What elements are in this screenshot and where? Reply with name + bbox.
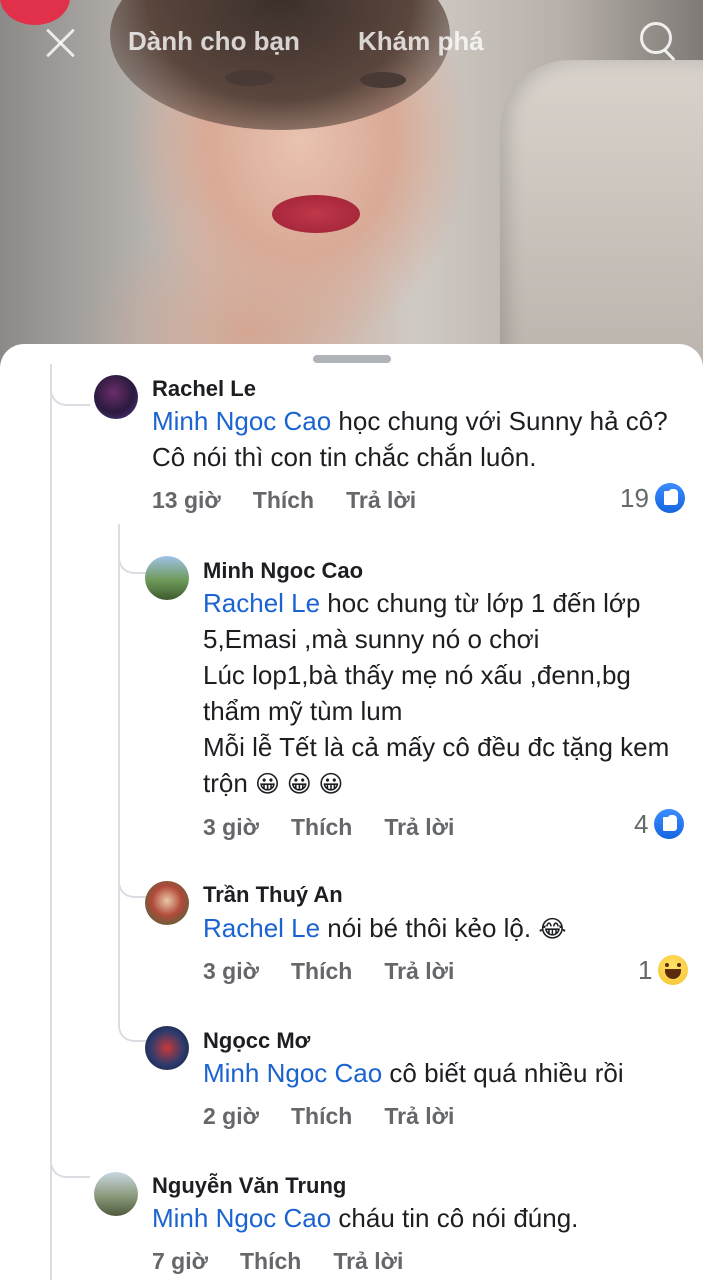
search-icon[interactable] xyxy=(638,20,682,64)
emoji: 😂 xyxy=(538,916,567,943)
mention-link[interactable]: Minh Ngoc Cao xyxy=(152,1203,331,1233)
video-background xyxy=(500,60,703,380)
video-frame-detail xyxy=(272,195,360,233)
sheet-drag-handle[interactable] xyxy=(313,355,391,363)
mention-link[interactable]: Rachel Le xyxy=(203,913,320,943)
comment-time: 2 giờ xyxy=(203,1103,259,1129)
comment-author[interactable]: Ngọcc Mơ xyxy=(203,1028,310,1054)
mention-link[interactable]: Minh Ngoc Cao xyxy=(152,406,331,436)
tab-explore[interactable]: Khám phá xyxy=(358,26,484,57)
thread-connector xyxy=(50,1144,90,1178)
like-button[interactable]: Thích xyxy=(240,1248,301,1274)
comment-text: Rachel Le hoc chung từ lớp 1 đến lớp 5,E… xyxy=(203,588,670,798)
comment-actions: 13 giờ Thích Trả lời xyxy=(152,487,448,514)
comment-actions: 3 giờ Thích Trả lời xyxy=(203,814,486,841)
reaction-summary[interactable]: 4 xyxy=(634,808,685,840)
reply-button[interactable]: Trả lời xyxy=(346,487,416,513)
top-bar: Dành cho bạn Khám phá xyxy=(0,0,703,86)
avatar[interactable] xyxy=(94,375,138,419)
like-button[interactable]: Thích xyxy=(253,487,314,513)
emoji: 😀 😀 😀 xyxy=(255,771,344,798)
reaction-summary[interactable]: 1 xyxy=(638,954,689,986)
comment-time: 7 giờ xyxy=(152,1248,208,1274)
comments-sheet: Rachel Le Minh Ngoc Cao học chung với Su… xyxy=(0,344,703,1280)
avatar[interactable] xyxy=(94,1172,138,1216)
comment-author[interactable]: Nguyễn Văn Trung xyxy=(152,1173,346,1199)
close-icon[interactable] xyxy=(40,22,82,64)
reaction-count: 4 xyxy=(634,808,649,839)
thread-connector xyxy=(50,372,90,406)
comment-text: Minh Ngoc Cao học chung với Sunny hả cô?… xyxy=(152,406,668,472)
comment-time: 3 giờ xyxy=(203,814,259,840)
haha-icon xyxy=(658,955,689,985)
tab-for-you[interactable]: Dành cho bạn xyxy=(128,26,300,57)
comment-text: Minh Ngoc Cao cháu tin cô nói đúng. xyxy=(152,1203,579,1233)
comment-time: 13 giờ xyxy=(152,487,221,513)
avatar[interactable] xyxy=(145,881,189,925)
like-button[interactable]: Thích xyxy=(291,814,352,840)
comment-author[interactable]: Trần Thuý An xyxy=(203,882,343,908)
reply-button[interactable]: Trả lời xyxy=(333,1248,403,1274)
comment-author[interactable]: Rachel Le xyxy=(152,376,256,402)
reaction-count: 19 xyxy=(620,482,649,513)
comment-text: Rachel Le nói bé thôi kẻo lộ. 😂 xyxy=(203,913,567,943)
reply-button[interactable]: Trả lời xyxy=(384,814,454,840)
mention-link[interactable]: Rachel Le xyxy=(203,588,320,618)
comment-actions: 2 giờ Thích Trả lời xyxy=(203,1103,486,1130)
thread-line xyxy=(50,364,52,1280)
reply-button[interactable]: Trả lời xyxy=(384,1103,454,1129)
like-button[interactable]: Thích xyxy=(291,958,352,984)
comment-actions: 7 giờ Thích Trả lời xyxy=(152,1248,435,1275)
comment-time: 3 giờ xyxy=(203,958,259,984)
avatar[interactable] xyxy=(145,1026,189,1070)
reply-button[interactable]: Trả lời xyxy=(384,958,454,984)
like-button[interactable]: Thích xyxy=(291,1103,352,1129)
comment-actions: 3 giờ Thích Trả lời xyxy=(203,958,486,985)
avatar[interactable] xyxy=(145,556,189,600)
comment-text: Minh Ngoc Cao cô biết quá nhiều rồi xyxy=(203,1058,624,1088)
reaction-summary[interactable]: 19 xyxy=(620,482,685,514)
thread-line xyxy=(118,524,120,1024)
comment-author[interactable]: Minh Ngoc Cao xyxy=(203,558,363,584)
like-icon xyxy=(654,483,685,513)
like-icon xyxy=(654,809,685,839)
mention-link[interactable]: Minh Ngoc Cao xyxy=(203,1058,382,1088)
reaction-count: 1 xyxy=(638,954,653,985)
